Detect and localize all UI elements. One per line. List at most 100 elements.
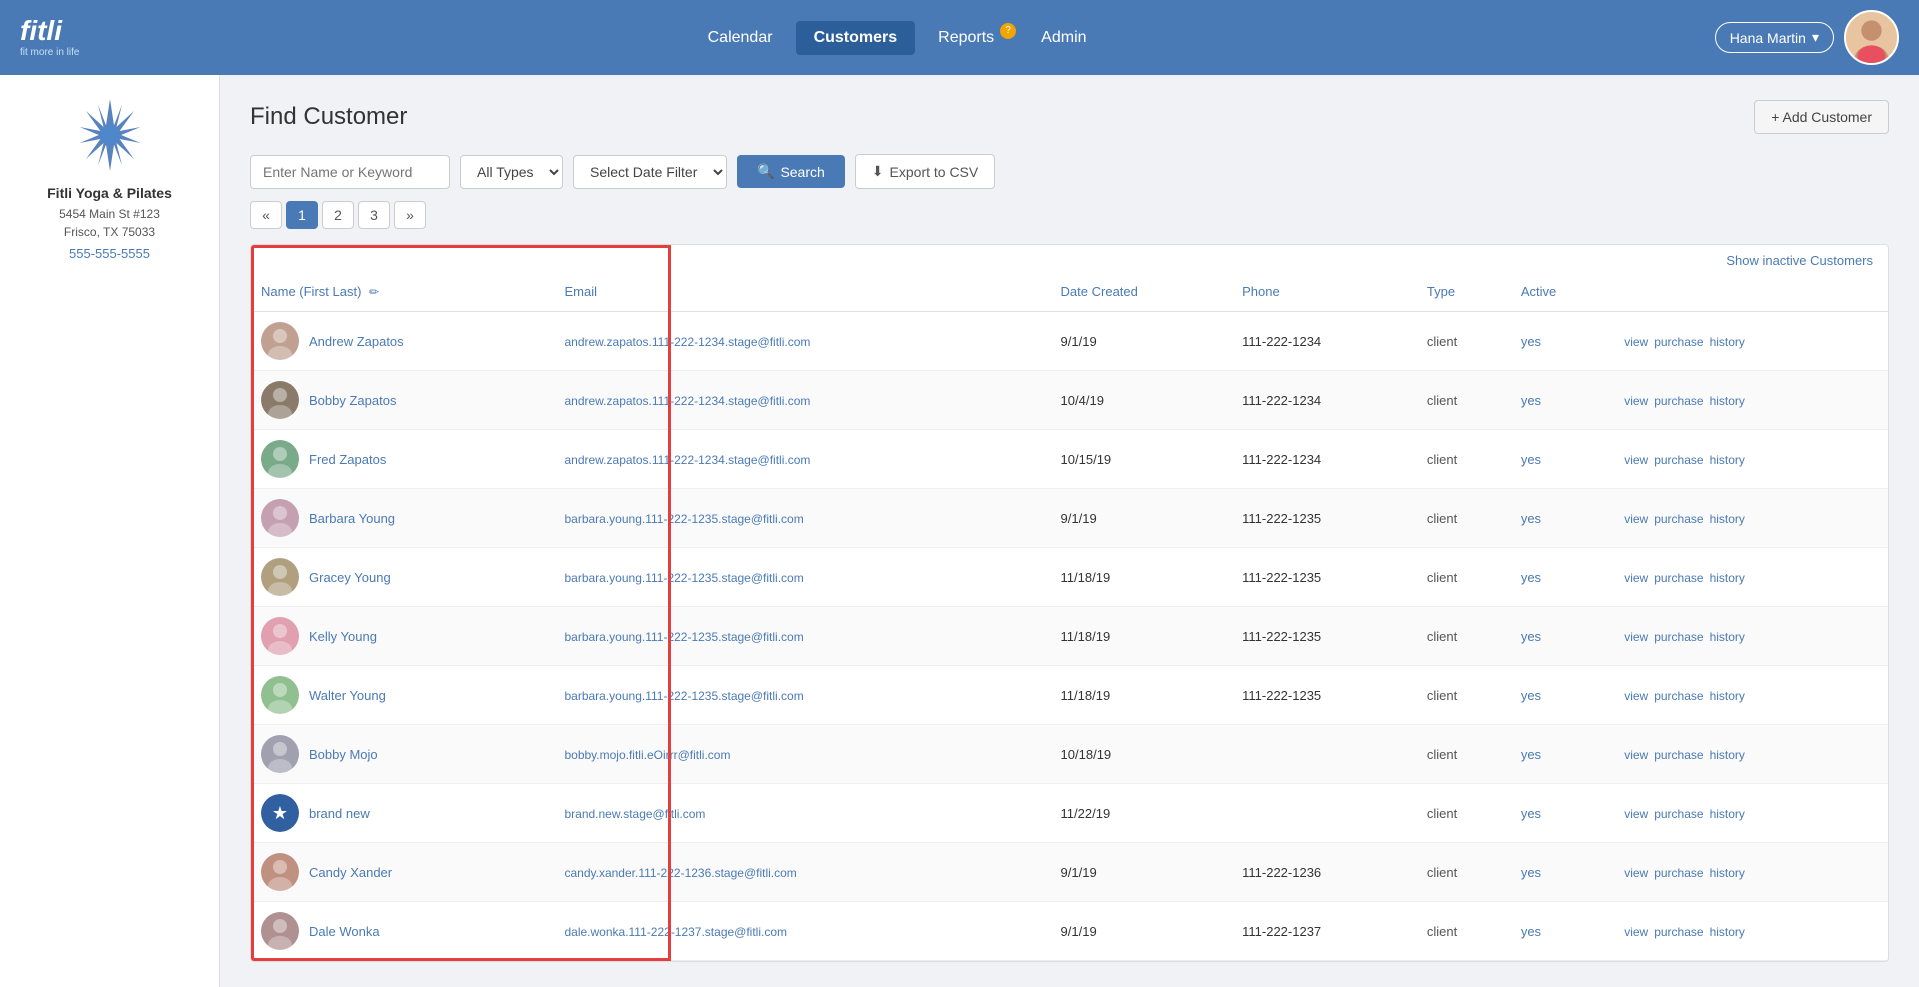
search-input[interactable] <box>250 155 450 189</box>
email-link[interactable]: barbara.young.111-222-1235.stage@fitli.c… <box>564 630 803 644</box>
nav-calendar[interactable]: Calendar <box>690 21 791 55</box>
action-view-link[interactable]: view <box>1624 335 1648 349</box>
action-history-link[interactable]: history <box>1710 866 1745 880</box>
customer-name-link[interactable]: Andrew Zapatos <box>309 334 404 349</box>
action-view-link[interactable]: view <box>1624 512 1648 526</box>
customer-name-link[interactable]: Gracey Young <box>309 570 391 585</box>
customer-name-link[interactable]: brand new <box>309 806 370 821</box>
action-purchase-link[interactable]: purchase <box>1654 571 1703 585</box>
action-history-link[interactable]: history <box>1710 689 1745 703</box>
active-status: yes <box>1521 806 1541 821</box>
email-link[interactable]: dale.wonka.111-222-1237.stage@fitli.com <box>564 925 787 939</box>
action-history-link[interactable]: history <box>1710 335 1745 349</box>
pagination-page-3[interactable]: 3 <box>358 201 390 229</box>
pagination-page-2[interactable]: 2 <box>322 201 354 229</box>
email-link[interactable]: bobby.mojo.fitli.eOirrr@fitli.com <box>564 748 730 762</box>
pagination-page-1[interactable]: 1 <box>286 201 318 229</box>
action-purchase-link[interactable]: purchase <box>1654 748 1703 762</box>
nav-customers[interactable]: Customers <box>796 21 916 55</box>
cell-active: yes <box>1511 607 1614 666</box>
cell-email: barbara.young.111-222-1235.stage@fitli.c… <box>554 666 1050 725</box>
customer-name-link[interactable]: Fred Zapatos <box>309 452 386 467</box>
cell-active: yes <box>1511 312 1614 371</box>
date-filter-select[interactable]: Select Date Filter Last 7 days Last 30 d… <box>573 155 727 189</box>
col-phone: Phone <box>1232 272 1417 312</box>
header-user: Hana Martin ▾ <box>1715 10 1899 65</box>
cell-phone: 111-222-1235 <box>1232 548 1417 607</box>
email-link[interactable]: andrew.zapatos.111-222-1234.stage@fitli.… <box>564 394 810 408</box>
customer-name-link[interactable]: Candy Xander <box>309 865 392 880</box>
email-link[interactable]: candy.xander.111-222-1236.stage@fitli.co… <box>564 866 796 880</box>
action-history-link[interactable]: history <box>1710 807 1745 821</box>
action-purchase-link[interactable]: purchase <box>1654 925 1703 939</box>
pagination-next[interactable]: » <box>394 201 426 229</box>
avatar <box>261 853 299 891</box>
customer-name-link[interactable]: Walter Young <box>309 688 386 703</box>
reports-badge: ? <box>1000 23 1016 39</box>
action-view-link[interactable]: view <box>1624 925 1648 939</box>
action-view-link[interactable]: view <box>1624 866 1648 880</box>
email-link[interactable]: barbara.young.111-222-1235.stage@fitli.c… <box>564 512 803 526</box>
action-history-link[interactable]: history <box>1710 453 1745 467</box>
customer-name-link[interactable]: Bobby Zapatos <box>309 393 396 408</box>
avatar <box>261 912 299 950</box>
email-link[interactable]: andrew.zapatos.111-222-1234.stage@fitli.… <box>564 335 810 349</box>
action-purchase-link[interactable]: purchase <box>1654 807 1703 821</box>
action-view-link[interactable]: view <box>1624 748 1648 762</box>
customer-name-link[interactable]: Barbara Young <box>309 511 395 526</box>
email-link[interactable]: barbara.young.111-222-1235.stage@fitli.c… <box>564 571 803 585</box>
action-purchase-link[interactable]: purchase <box>1654 630 1703 644</box>
header-nav: Calendar Customers Reports ? Admin <box>690 21 1105 55</box>
action-history-link[interactable]: history <box>1710 748 1745 762</box>
cell-phone: 111-222-1234 <box>1232 371 1417 430</box>
cell-phone <box>1232 725 1417 784</box>
action-view-link[interactable]: view <box>1624 689 1648 703</box>
action-purchase-link[interactable]: purchase <box>1654 866 1703 880</box>
action-purchase-link[interactable]: purchase <box>1654 335 1703 349</box>
customer-name-link[interactable]: Kelly Young <box>309 629 377 644</box>
email-link[interactable]: brand.new.stage@fitli.com <box>564 807 705 821</box>
table-row: Kelly Young barbara.young.111-222-1235.st… <box>251 607 1888 666</box>
action-view-link[interactable]: view <box>1624 453 1648 467</box>
main-content: Find Customer + Add Customer All Types C… <box>220 75 1919 987</box>
sidebar: Fitli Yoga & Pilates 5454 Main St #123 F… <box>0 75 220 987</box>
action-view-link[interactable]: view <box>1624 571 1648 585</box>
action-history-link[interactable]: history <box>1710 571 1745 585</box>
action-view-link[interactable]: view <box>1624 630 1648 644</box>
cell-name: Fred Zapatos <box>251 430 554 489</box>
cell-name: ★ brand new <box>251 784 554 843</box>
cell-email: barbara.young.111-222-1235.stage@fitli.c… <box>554 548 1050 607</box>
action-history-link[interactable]: history <box>1710 394 1745 408</box>
nav-reports[interactable]: Reports ? <box>920 21 1018 55</box>
cell-actions: view purchase history <box>1614 666 1888 725</box>
cell-actions: view purchase history <box>1614 489 1888 548</box>
table-row: Andrew Zapatos andrew.zapatos.111-222-123… <box>251 312 1888 371</box>
export-csv-button[interactable]: ⬇ Export to CSV <box>855 154 995 189</box>
action-history-link[interactable]: history <box>1710 512 1745 526</box>
name-edit-icon[interactable]: ✏ <box>369 285 379 299</box>
add-customer-button[interactable]: + Add Customer <box>1754 100 1889 134</box>
action-purchase-link[interactable]: purchase <box>1654 394 1703 408</box>
cell-type: client <box>1417 430 1511 489</box>
email-link[interactable]: barbara.young.111-222-1235.stage@fitli.c… <box>564 689 803 703</box>
pagination-prev[interactable]: « <box>250 201 282 229</box>
active-status: yes <box>1521 747 1541 762</box>
svg-text:★: ★ <box>272 803 288 823</box>
action-purchase-link[interactable]: purchase <box>1654 512 1703 526</box>
action-view-link[interactable]: view <box>1624 807 1648 821</box>
show-inactive-link[interactable]: Show inactive Customers <box>251 245 1888 272</box>
customer-name-link[interactable]: Bobby Mojo <box>309 747 378 762</box>
search-button[interactable]: 🔍 Search <box>737 155 845 188</box>
company-phone[interactable]: 555-555-5555 <box>69 246 150 261</box>
action-purchase-link[interactable]: purchase <box>1654 453 1703 467</box>
action-view-link[interactable]: view <box>1624 394 1648 408</box>
email-link[interactable]: andrew.zapatos.111-222-1234.stage@fitli.… <box>564 453 810 467</box>
nav-admin[interactable]: Admin <box>1023 21 1104 55</box>
action-history-link[interactable]: history <box>1710 925 1745 939</box>
action-history-link[interactable]: history <box>1710 630 1745 644</box>
type-filter-select[interactable]: All Types Clients Staff <box>460 155 563 189</box>
col-actions <box>1614 272 1888 312</box>
user-menu-button[interactable]: Hana Martin ▾ <box>1715 22 1834 53</box>
customer-name-link[interactable]: Dale Wonka <box>309 924 380 939</box>
action-purchase-link[interactable]: purchase <box>1654 689 1703 703</box>
